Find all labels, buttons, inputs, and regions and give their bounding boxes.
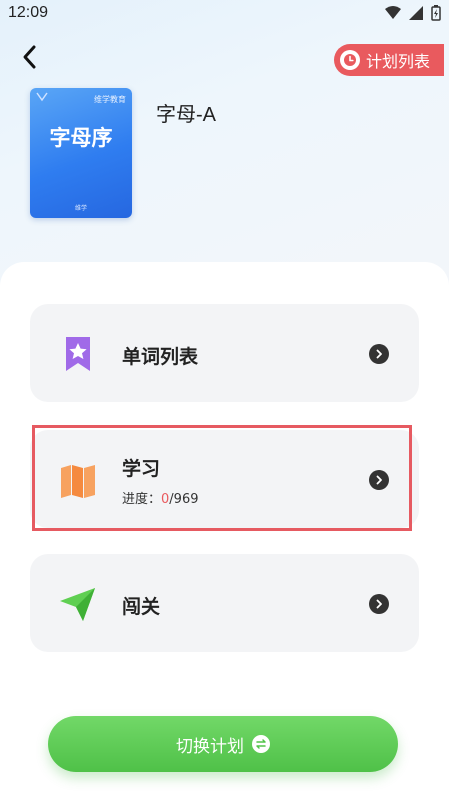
- word-list-label: 单词列表: [122, 346, 199, 368]
- status-bar: 12:09: [0, 0, 449, 26]
- cover-footer: 维学: [74, 205, 87, 212]
- plan-list-label: 计划列表: [366, 52, 431, 71]
- progress-prefix: 进度：: [122, 492, 162, 507]
- chevron-left-icon: [23, 45, 36, 69]
- book-cover: 维学教育 字母序 维学: [30, 88, 132, 218]
- cover-logo-icon: [36, 92, 48, 102]
- challenge-label: 闯关: [122, 596, 161, 618]
- plan-list-button[interactable]: 计划列表: [334, 44, 444, 76]
- switch-plan-button[interactable]: 切换计划: [48, 716, 398, 772]
- clock-icon: [340, 50, 360, 70]
- bookmark-star-icon: [66, 337, 90, 371]
- book-name: 字母-A: [156, 104, 216, 126]
- signal-icon: [409, 6, 423, 20]
- word-list-card[interactable]: 单词列表: [30, 304, 419, 402]
- wifi-icon: [385, 6, 401, 19]
- cover-publisher: 维学教育: [94, 95, 126, 104]
- chevron-right-icon: [369, 470, 389, 490]
- status-icons: [385, 5, 441, 21]
- study-card[interactable]: 学习 进度：0/969: [30, 430, 419, 528]
- status-time: 12:09: [8, 4, 49, 21]
- study-label: 学习: [122, 458, 161, 480]
- swap-icon: [252, 735, 270, 753]
- switch-plan-label: 切换计划: [176, 736, 244, 757]
- challenge-card[interactable]: 闯关: [30, 554, 419, 652]
- progress-total: /969: [169, 492, 199, 507]
- study-progress: 进度：0/969: [122, 488, 199, 507]
- map-icon: [61, 465, 95, 498]
- battery-icon: [431, 5, 441, 21]
- back-button[interactable]: [14, 42, 44, 72]
- chevron-right-icon: [369, 344, 389, 364]
- paper-plane-icon: [60, 588, 95, 621]
- chevron-right-icon: [369, 594, 389, 614]
- cover-title: 字母序: [49, 126, 113, 150]
